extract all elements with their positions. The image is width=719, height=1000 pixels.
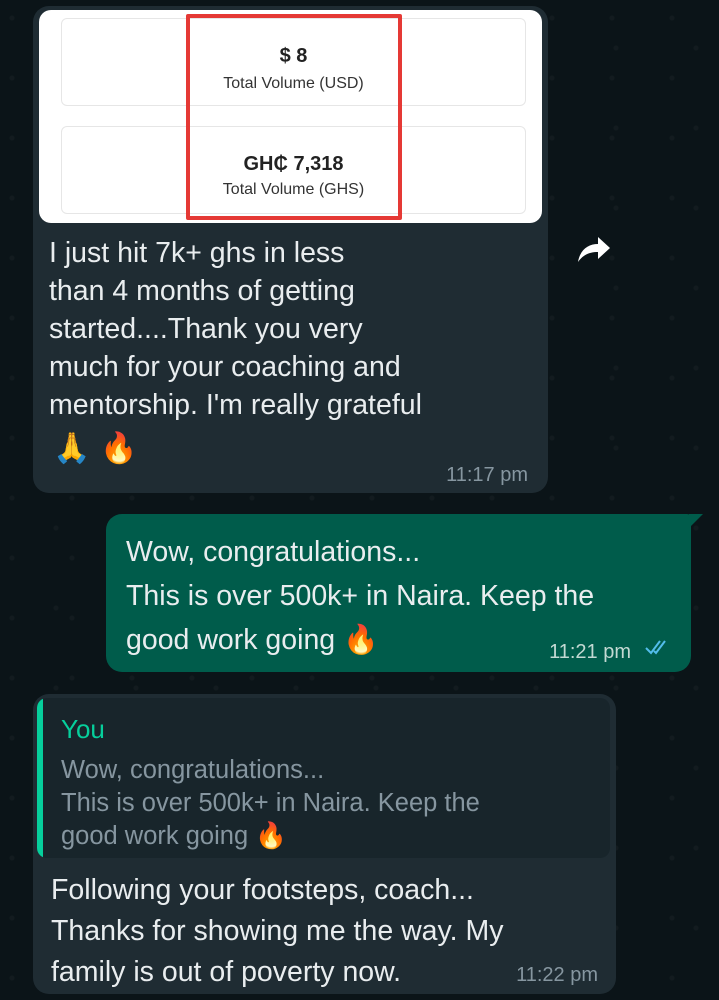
quote-text: Wow, congratulations... This is over 500… [61,756,480,850]
message-timestamp: 11:21 pm [549,641,631,663]
message-text: I just hit 7k+ ghs in less than 4 months… [49,237,422,421]
quoted-message[interactable]: You Wow, congratulations... This is over… [37,698,610,858]
quote-accent-bar [37,698,43,858]
message-text: Following your footsteps, coach... Thank… [51,874,504,988]
outgoing-message-bubble[interactable]: Wow, congratulations... This is over 500… [106,514,703,672]
shared-screenshot-image[interactable]: $ 8 Total Volume (USD) GH₵ 7,318 Total V… [39,10,542,223]
message-timestamp: 11:22 pm [516,964,598,986]
forward-arrow-icon[interactable] [573,228,615,270]
double-check-icon [645,638,671,661]
message-emojis: 🙏🔥 [53,432,148,465]
quote-author: You [61,714,105,744]
message-timestamp: 11:17 pm [446,464,528,486]
incoming-reply-bubble[interactable]: You Wow, congratulations... This is over… [33,694,616,994]
red-highlight-box [186,14,402,220]
incoming-message-bubble[interactable]: $ 8 Total Volume (USD) GH₵ 7,318 Total V… [33,6,548,493]
